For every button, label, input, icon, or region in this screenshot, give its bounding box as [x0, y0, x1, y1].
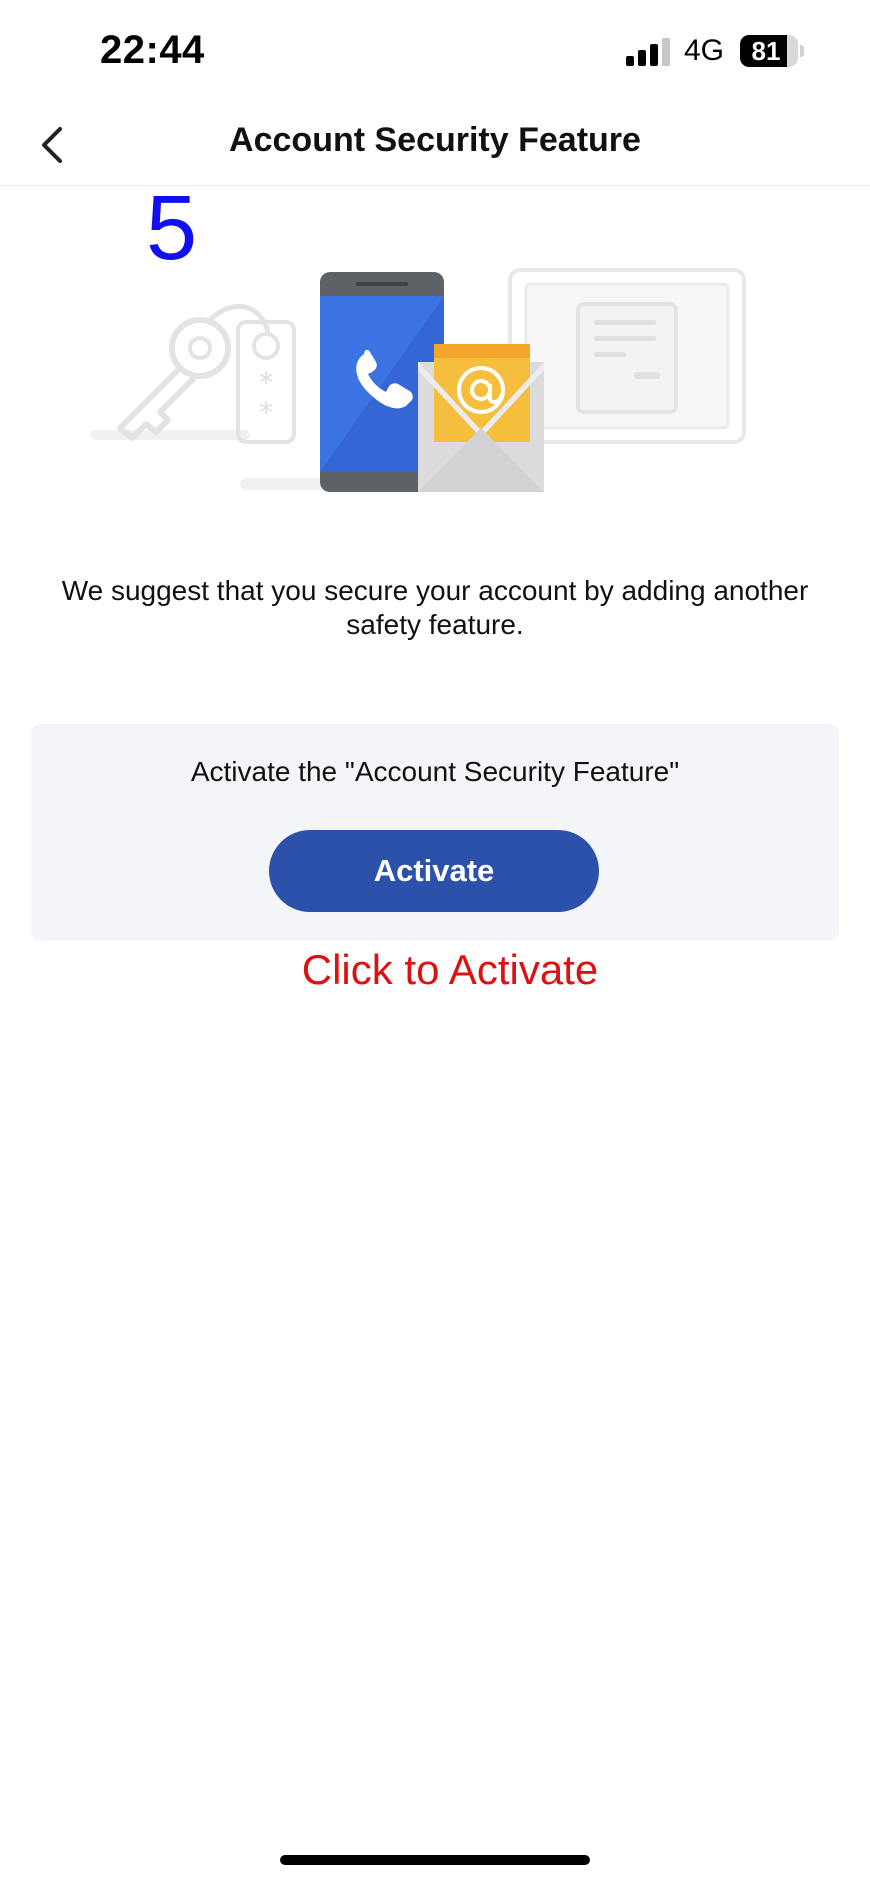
email-at-icon: [418, 344, 544, 492]
page-title: Account Security Feature: [229, 121, 641, 159]
svg-text:*: *: [259, 366, 273, 399]
battery-body: 81: [740, 35, 798, 67]
hint-annotation: Click to Activate: [301, 946, 599, 993]
step-annotation: 5: [146, 177, 198, 279]
signal-strength-icon: [626, 38, 670, 66]
battery-icon: 81: [740, 35, 804, 67]
status-time: 22:44: [100, 28, 205, 72]
security-illustration: * *: [90, 268, 746, 492]
battery-cap: [800, 45, 804, 57]
activate-card: Activate the "Account Security Feature" …: [31, 724, 839, 941]
home-indicator[interactable]: [280, 1855, 590, 1865]
key-icon: * *: [90, 304, 296, 444]
document-icon: [508, 268, 746, 444]
back-chevron-icon[interactable]: [28, 117, 84, 173]
status-bar: 22:44 4G 81: [0, 0, 870, 105]
activate-card-text: Activate the "Account Security Feature": [190, 756, 680, 787]
network-type: 4G: [684, 34, 725, 67]
activate-button[interactable]: Activate: [269, 830, 599, 912]
svg-text:*: *: [259, 396, 273, 429]
nav-bar: Account Security Feature: [0, 105, 870, 186]
suggestion-text: We suggest that you secure your account …: [61, 575, 809, 640]
battery-percentage: 81: [751, 36, 781, 66]
